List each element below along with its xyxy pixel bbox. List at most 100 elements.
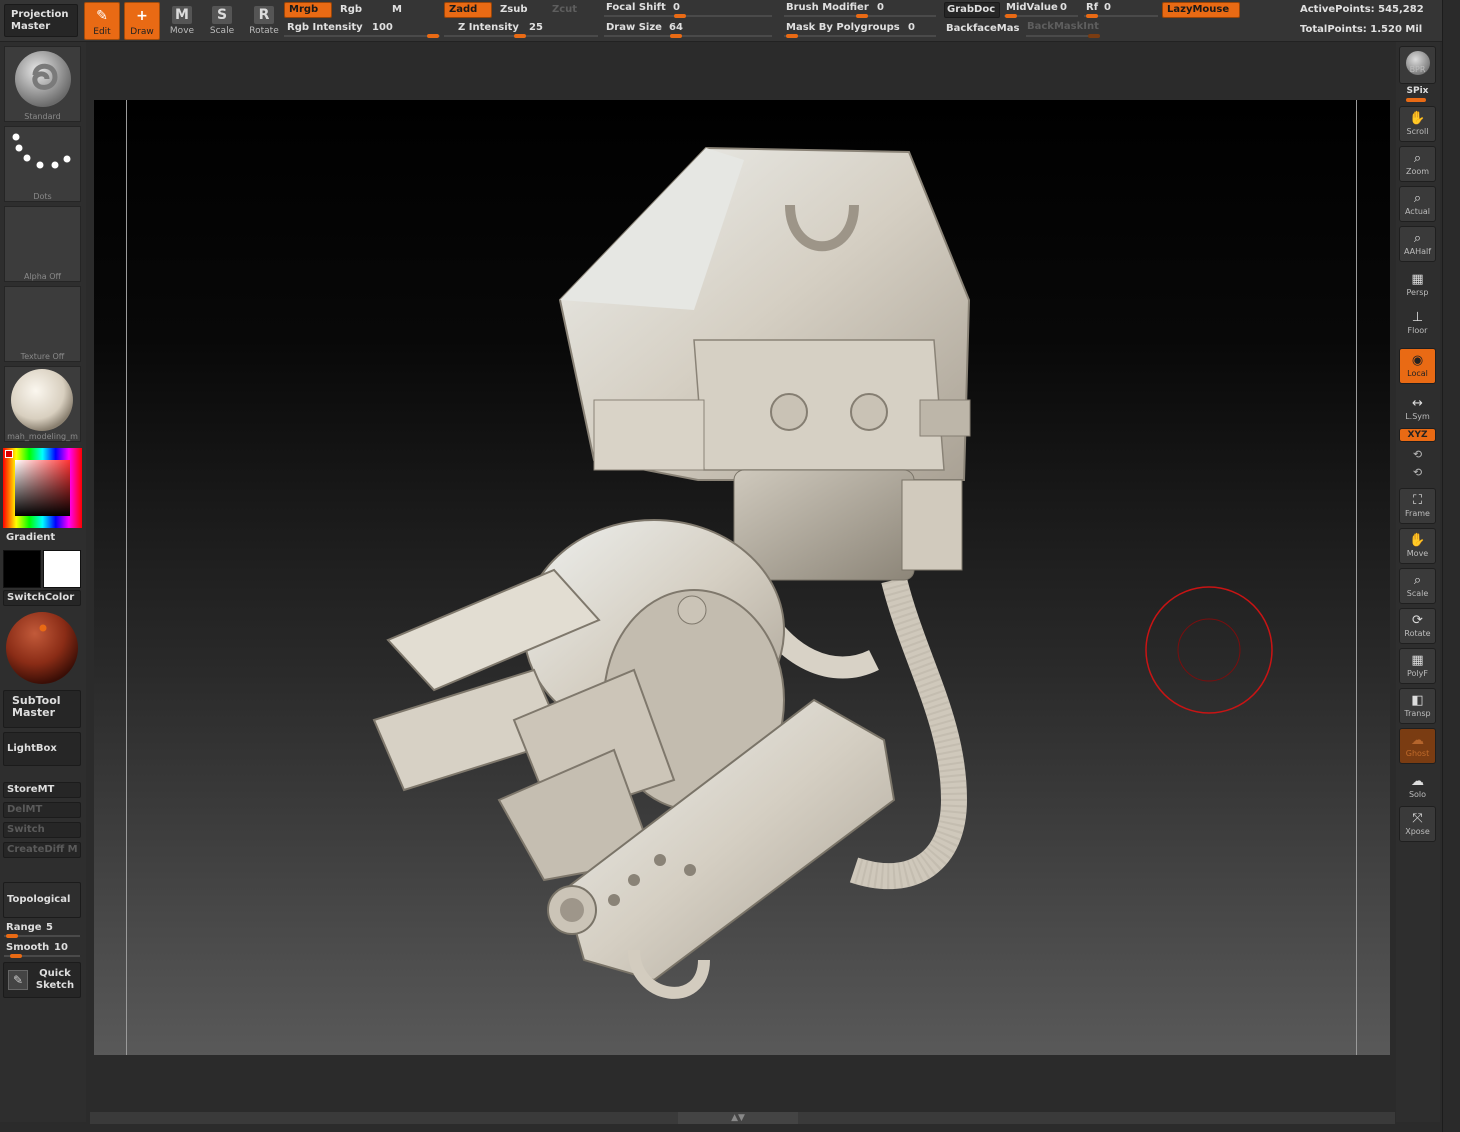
tool-edit-button[interactable]: ✎ Edit xyxy=(84,2,120,40)
total-points: TotalPoints: 1.520 Mil xyxy=(1300,24,1423,35)
draw-size-slider[interactable] xyxy=(604,35,772,37)
floor-button[interactable]: ⊥ Floor xyxy=(1399,306,1436,338)
stroke-thumbnail[interactable]: Dots xyxy=(4,126,81,202)
tool-draw-button[interactable]: + Draw xyxy=(124,2,160,40)
spix-label[interactable]: SPix xyxy=(1399,86,1436,96)
m-button[interactable]: M xyxy=(392,4,402,15)
zoom-button[interactable]: ⌕ Zoom xyxy=(1399,146,1436,182)
grabdoc-button[interactable]: GrabDoc xyxy=(944,2,1000,18)
sculpted-model[interactable] xyxy=(94,100,1390,1055)
zcut-button[interactable]: Zcut xyxy=(552,4,577,15)
tool-rotate-button[interactable]: R Rotate xyxy=(246,2,282,40)
brush-modifier-handle[interactable] xyxy=(856,14,868,18)
frame-button[interactable]: ⛶ Frame xyxy=(1399,488,1436,524)
rotate-view-button[interactable]: ⟳ Rotate xyxy=(1399,608,1436,644)
tool-move-button[interactable]: M Move xyxy=(164,2,200,40)
brush-thumbnail[interactable]: Standard xyxy=(4,46,81,122)
grid-icon: ▦ xyxy=(1411,272,1424,287)
color-picker-marker xyxy=(5,450,13,458)
canvas-viewport[interactable] xyxy=(94,100,1390,1055)
mask-by-polygroups-slider[interactable] xyxy=(784,35,936,37)
lsym-button[interactable]: ↔ L.Sym xyxy=(1399,392,1436,422)
solo-button[interactable]: ☁ Solo xyxy=(1399,770,1436,800)
color-picker[interactable] xyxy=(3,448,82,528)
rgb-intensity-slider[interactable] xyxy=(284,35,440,37)
draw-size-handle[interactable] xyxy=(670,34,682,38)
solo-icon: ☁ xyxy=(1411,774,1424,789)
brush-cursor xyxy=(1145,586,1273,714)
mask-by-polygroups-handle[interactable] xyxy=(786,34,798,38)
switchcolor-button[interactable]: SwitchColor xyxy=(3,590,81,606)
storemt-button[interactable]: StoreMT xyxy=(3,782,81,798)
polyf-button[interactable]: ▦ PolyF xyxy=(1399,648,1436,684)
z-intensity-value: 25 xyxy=(529,22,543,33)
floor-icon: ⊥ xyxy=(1411,310,1424,325)
transparency-icon: ◧ xyxy=(1411,693,1424,708)
scroll-button[interactable]: ✋ Scroll xyxy=(1399,106,1436,142)
rf-handle[interactable] xyxy=(1086,14,1098,18)
gradient-label[interactable]: Gradient xyxy=(6,532,55,543)
projection-master-button[interactable]: Projection Master xyxy=(4,4,78,37)
midvalue-handle[interactable] xyxy=(1005,14,1017,18)
actual-button[interactable]: ⌕ Actual xyxy=(1399,186,1436,222)
move-view-label: Move xyxy=(1406,549,1429,558)
focal-shift-slider[interactable] xyxy=(604,15,772,17)
texture-thumbnail[interactable]: Texture Off xyxy=(4,286,81,362)
move-view-button[interactable]: ✋ Move xyxy=(1399,528,1436,564)
magnifier-icon: ⌕ xyxy=(1413,151,1422,166)
range-value: 5 xyxy=(46,922,53,933)
scale-view-button[interactable]: ⌕ Scale xyxy=(1399,568,1436,604)
tool-scale-label: Scale xyxy=(209,26,235,36)
rf-value: 0 xyxy=(1104,2,1111,13)
rgb-intensity-value: 100 xyxy=(372,22,393,33)
subtool-master-button[interactable]: SubTool Master xyxy=(3,690,81,728)
backface-mask-button[interactable]: BackfaceMas xyxy=(946,23,1019,34)
delmt-button[interactable]: DelMT xyxy=(3,802,81,818)
alpha-thumbnail[interactable]: Alpha Off xyxy=(4,206,81,282)
frame-icon: ⛶ xyxy=(1412,493,1423,508)
lsym-label: L.Sym xyxy=(1405,412,1430,421)
focal-shift-handle[interactable] xyxy=(674,14,686,18)
tool-draw-label: Draw xyxy=(130,27,154,37)
spix-handle[interactable] xyxy=(1406,98,1426,102)
backmaskint-handle[interactable] xyxy=(1088,34,1100,38)
quick-sketch-button[interactable]: ✎ Quick Sketch xyxy=(3,962,81,998)
z-intensity-handle[interactable] xyxy=(514,34,526,38)
polyframe-icon: ▦ xyxy=(1411,653,1424,668)
secondary-color-swatch[interactable] xyxy=(43,550,81,588)
right-scrollbar[interactable] xyxy=(1442,0,1460,1132)
switch-button[interactable]: Switch xyxy=(3,822,81,838)
scroll-label: Scroll xyxy=(1406,127,1429,136)
material-label: mah_modeling_m xyxy=(7,432,78,441)
xyz-button[interactable]: XYZ xyxy=(1399,428,1436,442)
ghost-button[interactable]: ☁ Ghost xyxy=(1399,728,1436,764)
lightbox-button[interactable]: LightBox xyxy=(3,732,81,766)
rgb-button[interactable]: Rgb xyxy=(340,4,362,15)
topological-button[interactable]: Topological xyxy=(3,882,81,918)
main-color-swatch[interactable] xyxy=(3,550,41,588)
creatediff-button[interactable]: CreateDiff M xyxy=(3,842,81,858)
transp-button[interactable]: ◧ Transp xyxy=(1399,688,1436,724)
aahalf-button[interactable]: ⌕ AAHalf xyxy=(1399,226,1436,262)
zadd-button[interactable]: Zadd xyxy=(444,2,492,18)
xpose-button[interactable]: ⤧ Xpose xyxy=(1399,806,1436,842)
persp-button[interactable]: ▦ Persp xyxy=(1399,268,1436,300)
tool-scale-button[interactable]: S Scale xyxy=(204,2,240,40)
bpr-button[interactable]: BPR xyxy=(1399,46,1436,84)
material-thumbnail[interactable]: mah_modeling_m xyxy=(4,366,81,442)
range-handle[interactable] xyxy=(6,934,18,938)
smooth-handle[interactable] xyxy=(10,954,22,958)
expand-arrows-icon[interactable]: ▲▼ xyxy=(678,1112,798,1124)
rotate-icon: ⟳ xyxy=(1412,613,1423,628)
lazymouse-button[interactable]: LazyMouse xyxy=(1162,2,1240,18)
rgb-intensity-handle[interactable] xyxy=(427,34,439,38)
mrgb-button[interactable]: Mrgb xyxy=(284,2,332,18)
backmaskint-label: BackMaskInt xyxy=(1027,21,1099,32)
rotate-axis-icons[interactable]: ⟲ ⟲ xyxy=(1399,446,1436,482)
local-button[interactable]: ◉ Local xyxy=(1399,348,1436,384)
zsub-button[interactable]: Zsub xyxy=(500,4,527,15)
material-preview[interactable] xyxy=(5,610,79,686)
magnifier-icon: ⌕ xyxy=(1413,231,1422,246)
bottom-shelf: ▲▼ xyxy=(90,1112,1395,1124)
bpr-label: BPR xyxy=(1409,65,1426,74)
